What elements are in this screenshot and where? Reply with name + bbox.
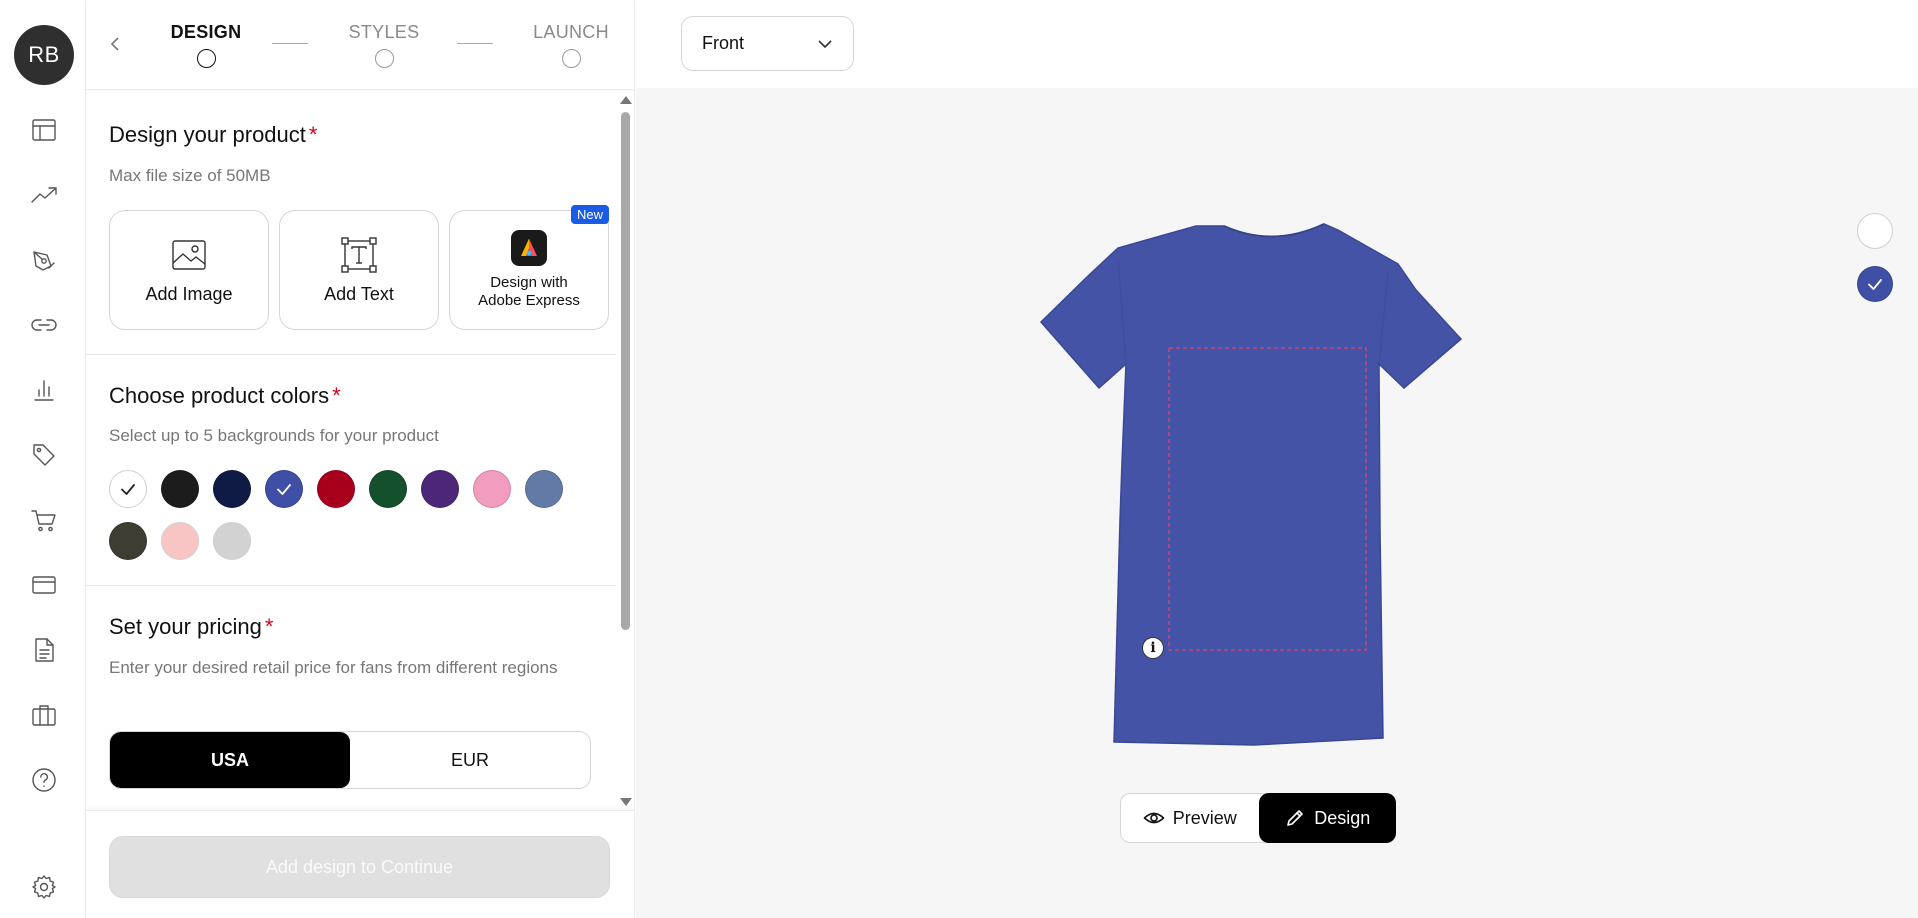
preview-label: Preview xyxy=(1172,807,1237,828)
panel-footer: Add design to Continue xyxy=(86,810,635,918)
preview-button[interactable]: Preview xyxy=(1121,794,1259,842)
scrollbar-thumb[interactable] xyxy=(621,112,630,630)
design-section-title: Design your product * xyxy=(109,122,318,147)
region-eur-button[interactable]: EUR xyxy=(350,732,590,788)
tag-icon[interactable] xyxy=(27,438,61,472)
credit-card-icon[interactable] xyxy=(27,568,61,602)
document-icon[interactable] xyxy=(27,633,61,667)
layout-icon[interactable] xyxy=(27,113,61,147)
pencil-icon xyxy=(1287,810,1304,826)
help-icon[interactable] xyxy=(27,763,61,797)
tshirt-mockup xyxy=(1039,223,1463,746)
add-image-label: Add Image xyxy=(145,283,233,304)
color-swatch-light-pink[interactable] xyxy=(161,522,199,560)
step-label: LAUNCH xyxy=(533,22,609,42)
design-panel: DESIGN STYLES LAUNCH Design your product… xyxy=(86,0,635,918)
adobe-express-label: Design with Adobe Express xyxy=(478,274,580,309)
info-icon[interactable]: i xyxy=(1142,637,1164,659)
step-label: DESIGN xyxy=(170,22,242,42)
side-color-white[interactable] xyxy=(1857,213,1893,249)
step-styles[interactable]: STYLES xyxy=(344,22,424,68)
briefcase-icon[interactable] xyxy=(27,698,61,732)
step-label: STYLES xyxy=(348,22,420,42)
pricing-section-title: Set your pricing * xyxy=(109,614,274,639)
scroll-down-arrow-icon[interactable] xyxy=(620,798,632,806)
check-icon xyxy=(277,484,291,495)
pen-tool-icon[interactable] xyxy=(27,243,61,277)
pricing-section-subtitle: Enter your desired retail price for fans… xyxy=(109,658,558,677)
step-design[interactable]: DESIGN xyxy=(166,22,246,68)
image-icon xyxy=(172,239,206,270)
scroll-up-arrow-icon[interactable] xyxy=(620,96,632,104)
colors-section-subtitle: Select up to 5 backgrounds for your prod… xyxy=(109,426,439,445)
color-swatch-royal[interactable] xyxy=(265,470,303,508)
color-swatch-charcoal[interactable] xyxy=(109,522,147,560)
add-text-label: Add Text xyxy=(324,283,394,304)
color-swatch-light-grey[interactable] xyxy=(213,522,251,560)
panel-scroll-area: Design your product * Max file size of 50… xyxy=(86,92,635,808)
color-swatch-red[interactable] xyxy=(317,470,355,508)
trend-icon[interactable] xyxy=(27,178,61,212)
region-usa-button[interactable]: USA xyxy=(110,732,350,788)
settings-icon[interactable] xyxy=(27,870,61,904)
product-canvas: Front i Preview Design xyxy=(636,0,1918,918)
canvas-topbar: Front xyxy=(636,0,1918,88)
design-button[interactable]: Design xyxy=(1258,793,1396,843)
check-icon xyxy=(1868,279,1882,290)
icon-rail: RB xyxy=(0,0,86,918)
step-indicator xyxy=(561,49,581,68)
side-color-royal[interactable] xyxy=(1857,266,1893,302)
add-image-button[interactable]: Add Image xyxy=(109,210,269,330)
required-marker: * xyxy=(264,614,274,639)
step-connector xyxy=(272,43,308,44)
view-select-value: Front xyxy=(702,33,745,53)
adobe-express-button[interactable]: New Design with Adobe Express xyxy=(449,205,609,330)
link-icon[interactable] xyxy=(27,308,61,342)
color-swatch-white[interactable] xyxy=(109,470,147,508)
design-label: Design xyxy=(1314,807,1371,828)
continue-button[interactable]: Add design to Continue xyxy=(109,836,610,898)
section-divider xyxy=(86,585,616,586)
step-indicator xyxy=(374,49,394,68)
step-indicator xyxy=(196,49,216,68)
color-swatch-purple[interactable] xyxy=(421,470,459,508)
color-swatch-navy[interactable] xyxy=(213,470,251,508)
color-swatch-black[interactable] xyxy=(161,470,199,508)
required-marker: * xyxy=(308,122,318,147)
add-text-button[interactable]: Add Text xyxy=(279,210,439,330)
design-section-subtitle: Max file size of 50MB xyxy=(109,166,271,185)
colors-section-title: Choose product colors * xyxy=(109,383,341,408)
cart-icon[interactable] xyxy=(27,503,61,537)
region-selector: USA EUR xyxy=(109,731,591,789)
back-button[interactable] xyxy=(104,31,126,57)
panel-scrollbar[interactable] xyxy=(618,92,632,808)
required-marker: * xyxy=(332,383,341,408)
view-select-dropdown[interactable]: Front xyxy=(681,16,854,71)
check-icon xyxy=(121,484,135,495)
chevron-left-icon xyxy=(110,37,119,51)
chevron-down-icon xyxy=(818,39,832,48)
color-swatch-slate-blue[interactable] xyxy=(525,470,563,508)
text-icon xyxy=(341,236,377,273)
avatar[interactable]: RB xyxy=(14,25,74,85)
step-connector xyxy=(457,43,493,44)
eye-icon xyxy=(1143,812,1165,824)
bar-chart-icon[interactable] xyxy=(27,373,61,407)
stepper: DESIGN STYLES LAUNCH xyxy=(86,0,635,90)
color-swatch-pink[interactable] xyxy=(473,470,511,508)
section-divider xyxy=(86,354,616,355)
color-swatch-forest[interactable] xyxy=(369,470,407,508)
preview-design-toggle: Preview Design xyxy=(1120,793,1396,843)
step-launch[interactable]: LAUNCH xyxy=(526,22,616,68)
adobe-express-icon xyxy=(511,230,547,266)
new-badge: New xyxy=(570,205,609,224)
